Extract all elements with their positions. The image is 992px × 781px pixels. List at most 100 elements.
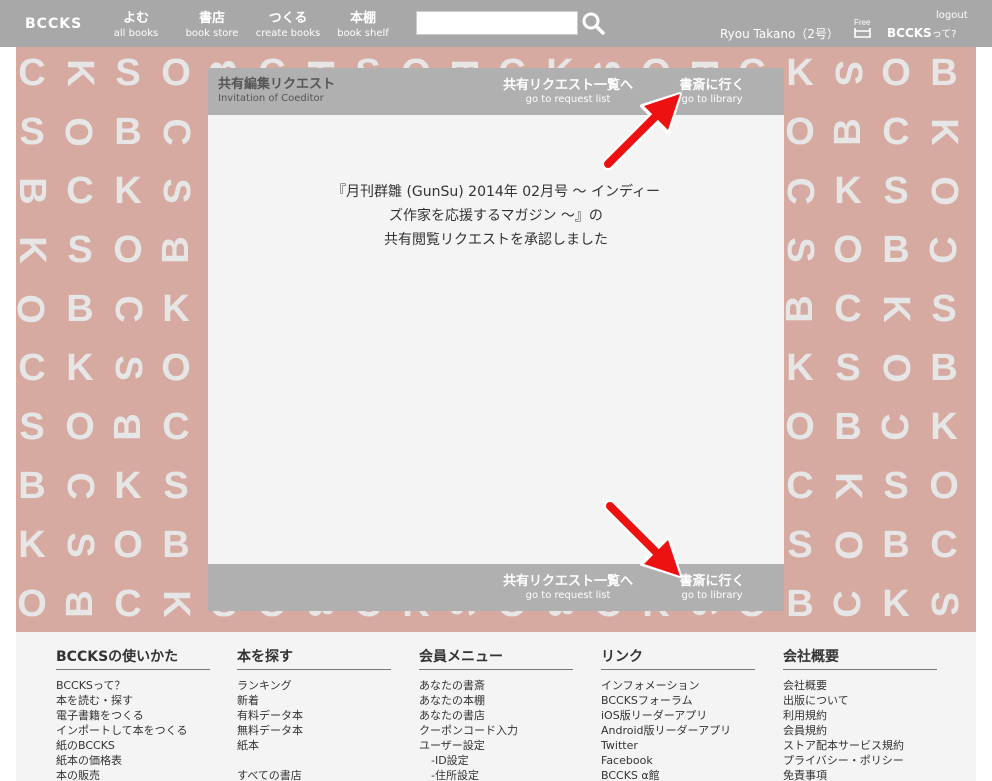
footer-link[interactable]: 本の販売	[56, 768, 210, 781]
footer-link[interactable]: クーポンコード入力	[419, 723, 573, 738]
footer-link[interactable]: -ID設定	[419, 753, 573, 768]
footer-col-title: BCCKSの使いかた	[56, 646, 210, 670]
search-input[interactable]	[416, 11, 578, 35]
pattern-glyph: K	[923, 118, 965, 146]
pattern-glyph: B	[155, 236, 197, 263]
pattern-glyph: B	[162, 524, 189, 566]
footer-link[interactable]: ストア配本サービス規約	[783, 738, 937, 753]
footer-link[interactable]: インポートして本をつくる	[56, 723, 210, 738]
pattern-glyph: K	[162, 288, 190, 330]
footer-link[interactable]: プライバシー・ポリシー	[783, 753, 937, 768]
footer-link[interactable]: 会員規約	[783, 723, 937, 738]
pattern-glyph: S	[115, 52, 140, 94]
footer-link[interactable]: 紙のBCCKS	[56, 738, 210, 753]
footer-link[interactable]: 紙本	[237, 738, 391, 753]
pattern-glyph: B	[827, 118, 869, 145]
footer-link[interactable]: あなたの本棚	[419, 693, 573, 708]
nav-create[interactable]: つくる create books	[252, 11, 324, 40]
footer-link[interactable]: 本を読む・探す	[56, 693, 210, 708]
footer-col-member: 会員メニュー あなたの書斎 あなたの本棚 あなたの書店 クーポンコード入力 ユー…	[419, 646, 573, 781]
footer-link[interactable]: Android版リーダーアプリ	[601, 723, 755, 738]
pattern-glyph: C	[779, 177, 821, 204]
pattern-glyph: S	[19, 406, 44, 448]
footer-link[interactable]: Twitter	[601, 738, 755, 753]
footer-link[interactable]: 電子書籍をつくる	[56, 708, 210, 723]
about-bccks-link[interactable]: BCCKSって?	[887, 25, 957, 40]
pattern-glyph: C	[882, 111, 909, 153]
footer-link[interactable]: ユーザー設定	[419, 738, 573, 753]
nav-read-sub: all books	[113, 28, 159, 39]
search-icon[interactable]	[581, 11, 605, 35]
footer-col-links: リンク インフォメーション BCCKSフォーラム iOS版リーダーアプリ And…	[601, 646, 755, 781]
pattern-glyph: S	[19, 111, 44, 153]
pattern-glyph: S	[59, 532, 101, 557]
pattern-glyph: K	[930, 406, 958, 448]
approval-message: 『月刊群雛 (GunSu) 2014年 02月号 ～ インディー ズ作家を応援す…	[298, 180, 694, 252]
free-label: Free	[854, 18, 871, 27]
coeditor-dialog: 共有編集リクエスト Invitation of Coeditor 共有リクエスト…	[208, 68, 784, 611]
pattern-glyph: B	[786, 583, 813, 625]
pattern-glyph: C	[162, 406, 189, 448]
user-name[interactable]: Ryou Takano（2号）	[720, 25, 839, 42]
footer-link[interactable]: 新着	[237, 693, 391, 708]
footer-link[interactable]: 会社概要	[783, 678, 937, 693]
pattern-glyph: S	[883, 465, 908, 507]
footer-link[interactable]: 無料データ本	[237, 723, 391, 738]
logout-link[interactable]: logout	[936, 10, 968, 21]
footer-link[interactable]: BCCKSフォーラム	[601, 693, 755, 708]
pattern-glyph: C	[930, 524, 957, 566]
pattern-glyph: C	[59, 472, 101, 499]
nav-read[interactable]: よむ all books	[112, 11, 160, 40]
pattern-glyph: O	[161, 347, 191, 389]
nav-shelf[interactable]: 本棚 book shelf	[334, 11, 392, 40]
footer-link[interactable]: iOS版リーダーアプリ	[601, 708, 755, 723]
pattern-glyph: B	[930, 52, 957, 94]
pattern-glyph: S	[163, 465, 188, 507]
footer-link[interactable]: BCCKS α館	[601, 768, 755, 781]
pattern-glyph: B	[930, 347, 957, 389]
site-footer: BCCKSの使いかた BCCKSって？ 本を読む・探す 電子書籍をつくる インポ…	[16, 632, 976, 781]
pattern-glyph: S	[67, 229, 92, 271]
pattern-glyph: O	[785, 406, 815, 448]
pattern-glyph: C	[18, 52, 45, 94]
pattern-glyph: K	[18, 524, 46, 566]
footer-link[interactable]: Facebook	[601, 753, 755, 768]
pattern-glyph: K	[834, 170, 862, 212]
pattern-glyph: K	[786, 347, 814, 389]
footer-link[interactable]: BCCKSって？	[56, 678, 210, 693]
footer-link[interactable]: 免責事項	[783, 768, 937, 781]
pattern-glyph: C	[875, 413, 917, 440]
pattern-glyph: O	[59, 117, 101, 147]
free-cart-icon[interactable]: Free	[852, 16, 874, 40]
pattern-glyph: B	[882, 524, 909, 566]
pattern-glyph: C	[114, 583, 141, 625]
footer-link[interactable]: あなたの書斎	[419, 678, 573, 693]
nav-create-sub: create books	[255, 28, 321, 39]
footer-link[interactable]: ランキング	[237, 678, 391, 693]
footer-link[interactable]: -住所設定	[419, 768, 573, 781]
bccks-logo[interactable]: BCCKS	[25, 16, 82, 32]
footer-link[interactable]: 紙本の価格表	[56, 753, 210, 768]
nav-store[interactable]: 書店 book store	[182, 11, 242, 40]
message-line: 共有閲覧リクエストを承認しました	[384, 232, 608, 248]
footer-link[interactable]: インフォメーション	[601, 678, 755, 693]
footer-link[interactable]: 有料データ本	[237, 708, 391, 723]
red-arrow-icon	[601, 92, 682, 171]
pattern-glyph: C	[18, 347, 45, 389]
nav-store-sub: book store	[185, 28, 239, 39]
pattern-glyph: O	[113, 524, 143, 566]
pattern-glyph: O	[16, 294, 53, 324]
pattern-glyph: S	[835, 347, 860, 389]
pattern-glyph: O	[827, 530, 869, 560]
pattern-glyph: C	[155, 118, 197, 145]
footer-link[interactable]: あなたの書店	[419, 708, 573, 723]
red-arrow-icon	[603, 499, 682, 578]
footer-link[interactable]: すべての書店	[237, 768, 391, 781]
footer-link[interactable]: 出版について	[783, 693, 937, 708]
pattern-glyph: O	[923, 176, 965, 206]
pattern-glyph: S	[787, 524, 812, 566]
footer-link[interactable]: 利用規約	[783, 708, 937, 723]
bottom-request-list-en: go to request list	[525, 590, 611, 601]
pattern-glyph: B	[114, 111, 141, 153]
dialog-title-en: Invitation of Coeditor	[218, 93, 324, 104]
